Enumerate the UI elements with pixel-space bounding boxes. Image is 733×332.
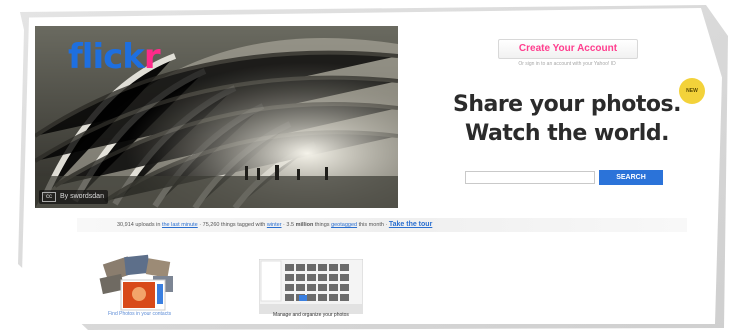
create-account-button[interactable]: Create Your Account: [498, 39, 638, 59]
flickr-logo[interactable]: flickr: [68, 37, 161, 77]
stats-text: 30,914 uploads in: [117, 222, 162, 228]
take-the-tour-link[interactable]: Take the tour: [389, 221, 432, 228]
find-photos-caption[interactable]: Find Photos in your contacts: [108, 311, 238, 317]
stats-text: things: [313, 222, 332, 228]
photo-stack-thumbnail[interactable]: [95, 254, 190, 314]
organizr-thumbnail[interactable]: [259, 259, 363, 314]
photo-credit-text: By swordsdan: [60, 193, 104, 200]
logo-text-pink: r: [143, 37, 161, 77]
last-minute-link[interactable]: the last minute: [162, 222, 198, 228]
stats-text: · 75,260 things tagged with: [197, 222, 267, 228]
logo-text-blue: flick: [68, 37, 145, 77]
photo-credit[interactable]: cc By swordsdan: [39, 190, 108, 204]
create-account-sublabel: Or sign in to an account with your Yahoo…: [518, 61, 616, 67]
tag-link[interactable]: winter: [267, 222, 282, 228]
hero-photo[interactable]: flickr cc By swordsdan: [35, 26, 398, 208]
tagline: Share your photos. Watch the world.: [442, 90, 692, 148]
activity-stats-bar: 30,914 uploads in the last minute · 75,2…: [77, 218, 687, 232]
stats-strong: million: [295, 222, 314, 228]
stats-text: this month ·: [357, 222, 389, 228]
search-button[interactable]: SEARCH: [599, 170, 663, 185]
creative-commons-icon: cc: [42, 192, 56, 202]
geotagged-link[interactable]: geotagged: [331, 222, 357, 228]
search-input[interactable]: [465, 171, 595, 184]
stats-text: · 3.5: [281, 222, 296, 228]
tagline-line-1: Share your photos.: [452, 92, 682, 117]
organize-photos-caption[interactable]: Manage and organize your photos: [259, 312, 363, 318]
flickr-homepage: flickr cc By swordsdan Create Your Accoun…: [22, 8, 722, 324]
tagline-line-2: Watch the world.: [465, 121, 669, 146]
